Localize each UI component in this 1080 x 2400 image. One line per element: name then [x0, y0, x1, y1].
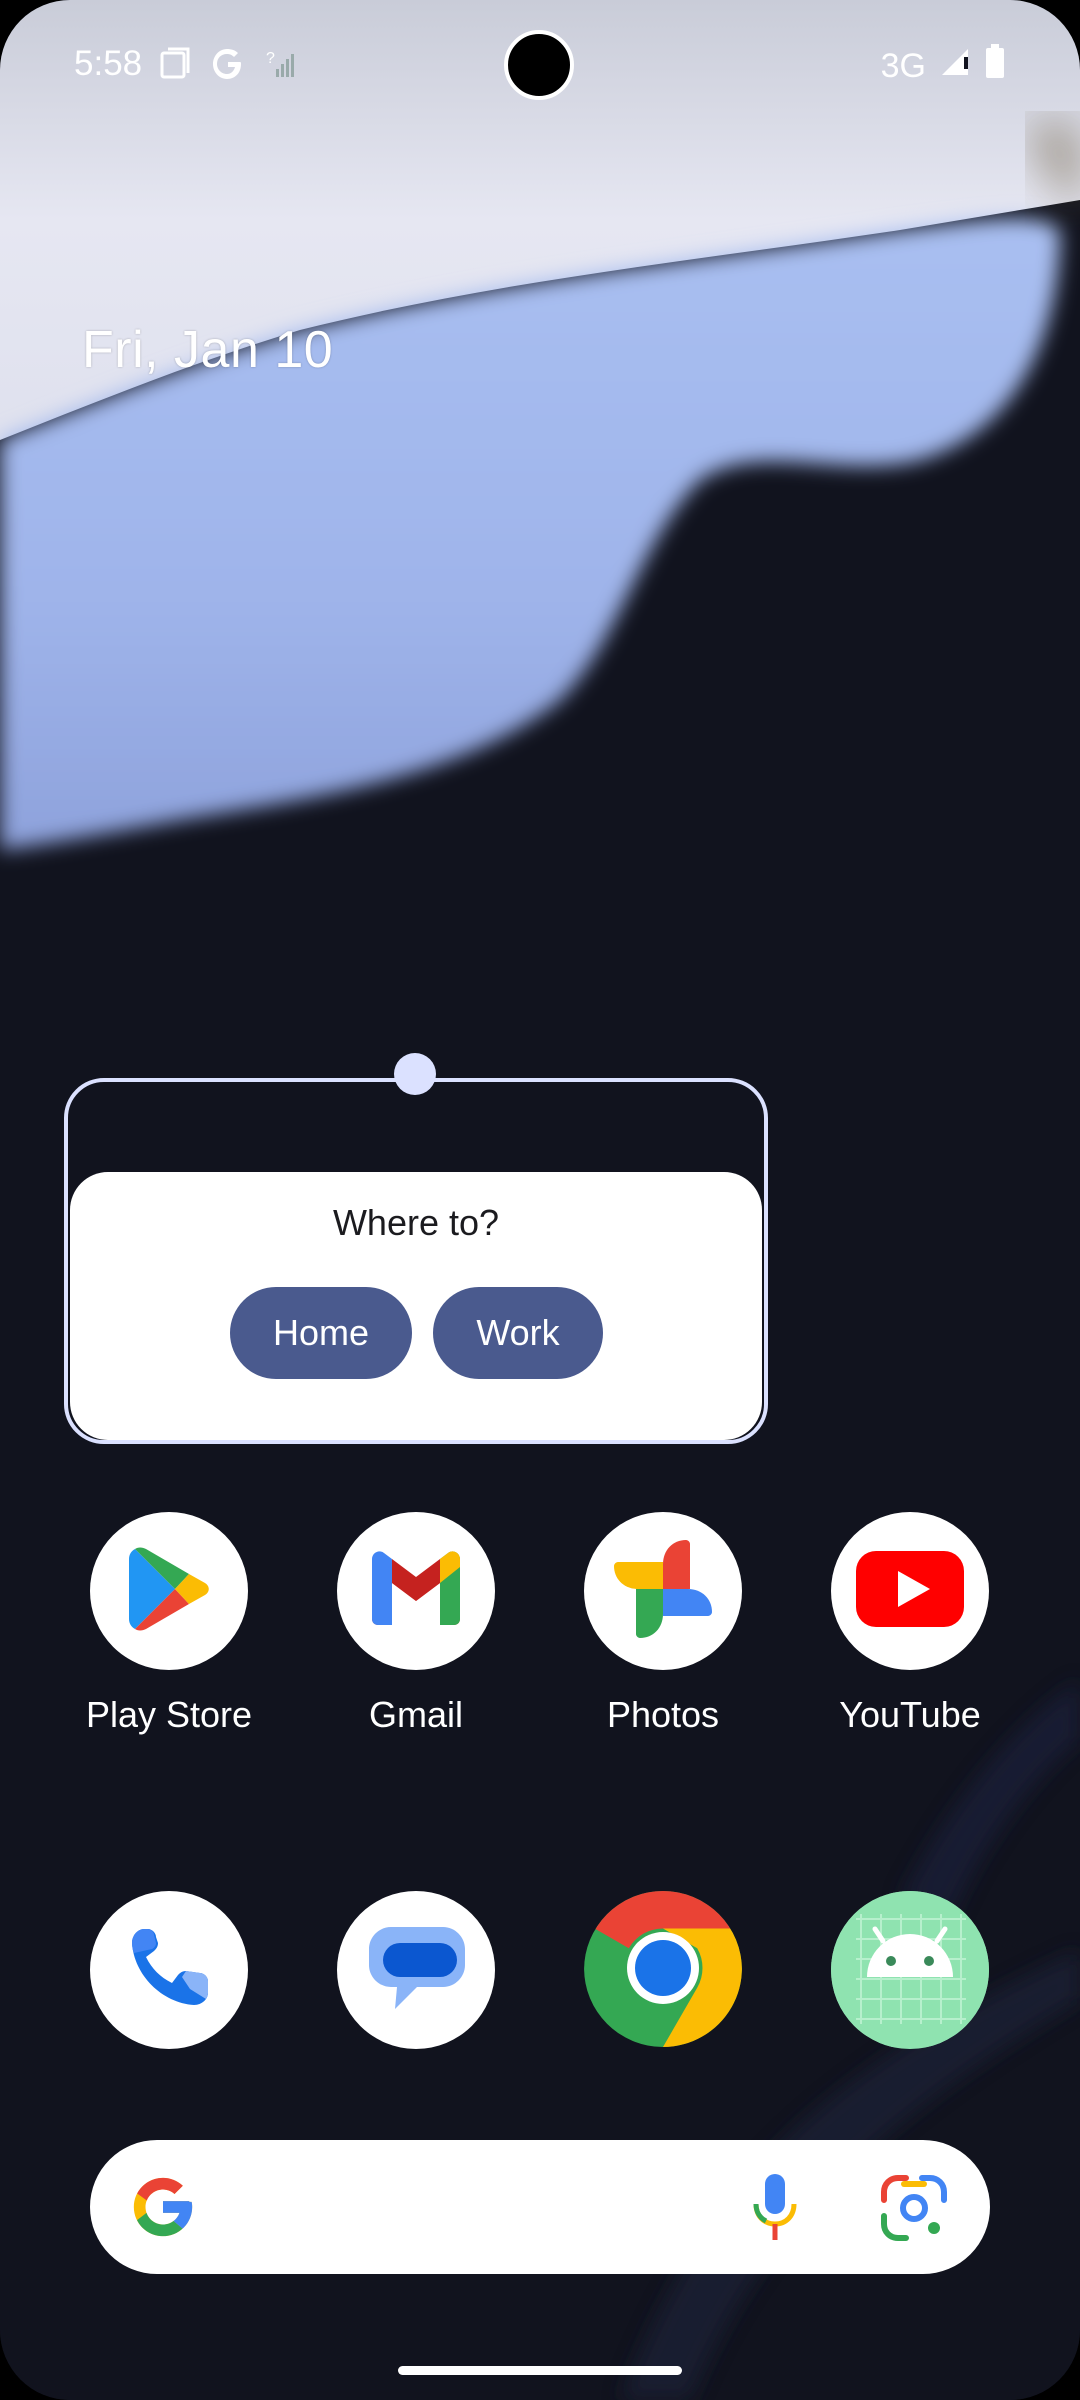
svg-text:?: ?	[266, 50, 275, 67]
no-signal-icon: ?	[264, 47, 298, 86]
lens-icon[interactable]	[880, 2174, 948, 2247]
youtube-app[interactable]	[831, 1512, 989, 1670]
where-to-widget[interactable]: Where to? Home Work	[70, 1172, 762, 1440]
google-g-icon	[210, 46, 246, 87]
camera-cutout	[504, 30, 574, 100]
android-app[interactable]	[831, 1891, 989, 2049]
chrome-app[interactable]	[584, 1891, 742, 2049]
google-logo-icon[interactable]	[128, 2172, 198, 2247]
play-store-app[interactable]	[90, 1512, 248, 1670]
status-notification-icons: ?	[158, 46, 298, 87]
app-label-youtube: YouTube	[839, 1694, 981, 1735]
microphone-icon[interactable]	[750, 2172, 800, 2249]
home-screen: 5:58 ? 3G Fri, Jan 10 Where to? Home Wor…	[0, 0, 1080, 2400]
messages-app[interactable]	[337, 1891, 495, 2049]
youtube-icon	[854, 1549, 966, 1634]
app-label-gmail: Gmail	[368, 1694, 463, 1735]
gmail-app[interactable]	[337, 1512, 495, 1670]
phone-app[interactable]	[90, 1891, 248, 2049]
phone-icon	[124, 1923, 214, 2018]
battery-icon	[984, 44, 1006, 89]
android-icon	[831, 1891, 989, 2049]
gmail-icon	[366, 1549, 466, 1634]
date-widget[interactable]: Fri, Jan 10	[82, 320, 333, 380]
gesture-nav-bar[interactable]	[398, 2366, 682, 2375]
google-search-bar[interactable]	[90, 2140, 990, 2274]
home-button[interactable]: Home	[230, 1287, 412, 1379]
chrome-icon	[584, 1891, 742, 2049]
messages-icon	[361, 1913, 471, 2028]
photos-app[interactable]	[584, 1512, 742, 1670]
play-store-icon	[121, 1541, 217, 1642]
app-label-play-store: Play Store	[85, 1694, 253, 1735]
status-right-icons: 3G	[881, 44, 1006, 89]
widget-resize-handle[interactable]	[394, 1053, 436, 1095]
widget-title: Where to?	[332, 1202, 500, 1243]
photos-icon	[608, 1534, 718, 1649]
status-time: 5:58	[74, 44, 143, 83]
screenshot-icon	[158, 47, 192, 86]
signal-icon	[938, 45, 972, 88]
work-button[interactable]: Work	[433, 1287, 603, 1379]
app-label-photos: Photos	[606, 1694, 720, 1735]
network-type: 3G	[880, 47, 926, 85]
